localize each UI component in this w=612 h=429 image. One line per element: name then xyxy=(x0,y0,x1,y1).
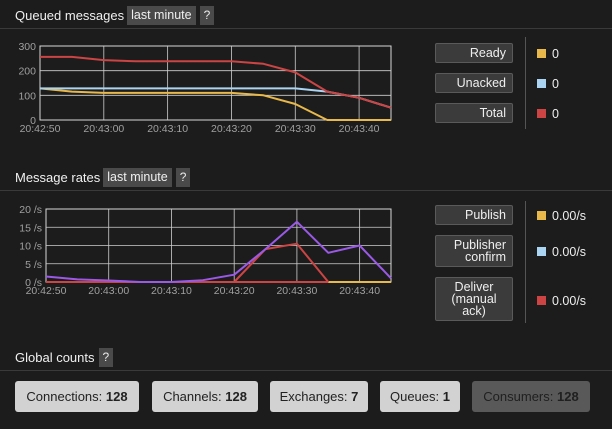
channels-count-button[interactable]: Channels: 128 xyxy=(152,381,258,412)
message-rates-title: Message rates xyxy=(15,170,101,185)
global-counts-title: Global counts xyxy=(15,350,95,365)
queued-help-icon[interactable]: ? xyxy=(199,6,215,25)
exchanges-value: 7 xyxy=(351,389,359,404)
x-tick-label: 20:43:30 xyxy=(276,285,317,297)
total-swatch xyxy=(537,109,546,118)
connections-count-button[interactable]: Connections: 128 xyxy=(15,381,139,412)
y-tick-label: 15 /s xyxy=(19,222,42,234)
exchanges-count-button[interactable]: Exchanges: 7 xyxy=(270,381,368,412)
x-tick-label: 20:43:40 xyxy=(339,123,380,135)
deliver-manual-ack-value: 0.00/s xyxy=(552,294,587,308)
y-tick-label: 300 xyxy=(18,41,36,53)
x-tick-label: 20:42:50 xyxy=(20,123,61,135)
ready-swatch xyxy=(537,49,546,58)
deliver-manual-ack-toggle-button[interactable]: Deliver (manual ack) xyxy=(435,277,513,321)
queues-value: 1 xyxy=(442,389,450,404)
y-tick-label: 10 /s xyxy=(19,241,42,253)
global-counts-header: Global counts ? xyxy=(0,348,612,371)
publisher-confirm-swatch xyxy=(537,247,546,256)
queued-legend-divider xyxy=(525,37,526,129)
unacked-value: 0 xyxy=(552,77,559,91)
x-tick-label: 20:43:20 xyxy=(211,123,252,135)
consumers-count-button[interactable]: Consumers: 128 xyxy=(472,381,590,412)
ready-value: 0 xyxy=(552,47,559,61)
queues-count-button[interactable]: Queues: 1 xyxy=(380,381,460,412)
y-tick-label: 0 /s xyxy=(25,277,42,289)
total-toggle-button[interactable]: Total xyxy=(435,103,513,123)
y-tick-label: 0 xyxy=(30,115,36,127)
publish-swatch xyxy=(537,211,546,220)
rates-help-icon[interactable]: ? xyxy=(175,168,191,187)
y-tick-label: 5 /s xyxy=(25,259,42,271)
x-tick-label: 20:43:10 xyxy=(147,123,188,135)
connections-value: 128 xyxy=(105,389,128,404)
rates-legend-divider xyxy=(525,201,526,323)
global-help-icon[interactable]: ? xyxy=(98,348,114,367)
unacked-toggle-button[interactable]: Unacked xyxy=(435,73,513,93)
publish-value: 0.00/s xyxy=(552,209,587,223)
x-tick-label: 20:43:00 xyxy=(88,285,129,297)
y-tick-label: 100 xyxy=(18,90,36,102)
publish-label: Publish xyxy=(465,208,506,222)
channels-value: 128 xyxy=(225,389,247,404)
message-rates-header: Message rates last minute ? xyxy=(0,168,612,191)
series-line xyxy=(45,220,392,283)
consumers-label: Consumers: xyxy=(483,389,554,404)
message-rates-chart: 20:42:50 20:43:00 20:43:10 20:43:20 20:43:30… xyxy=(19,204,392,297)
consumers-value: 128 xyxy=(557,389,579,404)
publisher-confirm-value: 0.00/s xyxy=(552,245,587,259)
queues-label: Queues: xyxy=(389,389,440,404)
exchanges-label: Exchanges: xyxy=(279,389,348,404)
unacked-swatch xyxy=(537,79,546,88)
plot-frame xyxy=(39,45,392,121)
y-tick-label: 20 /s xyxy=(19,204,42,216)
publisher-confirm-toggle-button[interactable]: Publisher confirm xyxy=(435,235,513,267)
rates-range-selector[interactable]: last minute xyxy=(103,168,172,187)
queued-messages-title: Queued messages xyxy=(15,8,125,23)
series-line xyxy=(40,87,392,109)
x-tick-label: 20:43:30 xyxy=(275,123,316,135)
connections-label: Connections: xyxy=(26,389,103,404)
queued-range-selector[interactable]: last minute xyxy=(127,6,196,25)
x-tick-label: 20:43:00 xyxy=(83,123,124,135)
queued-messages-chart: 20:42:50 20:43:00 20:43:10 20:43:20 20:43:30… xyxy=(18,41,392,135)
publisher-confirm-label-2: confirm xyxy=(465,250,506,264)
ready-toggle-button[interactable]: Ready xyxy=(435,43,513,63)
y-tick-label: 200 xyxy=(18,66,36,78)
publish-toggle-button[interactable]: Publish xyxy=(435,205,513,225)
series-line xyxy=(40,55,392,109)
channels-label: Channels: xyxy=(163,389,222,404)
x-tick-label: 20:43:10 xyxy=(151,285,192,297)
x-tick-label: 20:43:40 xyxy=(339,285,380,297)
deliver-manual-ack-swatch xyxy=(537,296,546,305)
x-tick-label: 20:43:20 xyxy=(214,285,255,297)
deliver-label-3: ack) xyxy=(462,304,486,318)
total-value: 0 xyxy=(552,107,559,121)
queued-messages-header: Queued messages last minute ? xyxy=(0,6,612,29)
